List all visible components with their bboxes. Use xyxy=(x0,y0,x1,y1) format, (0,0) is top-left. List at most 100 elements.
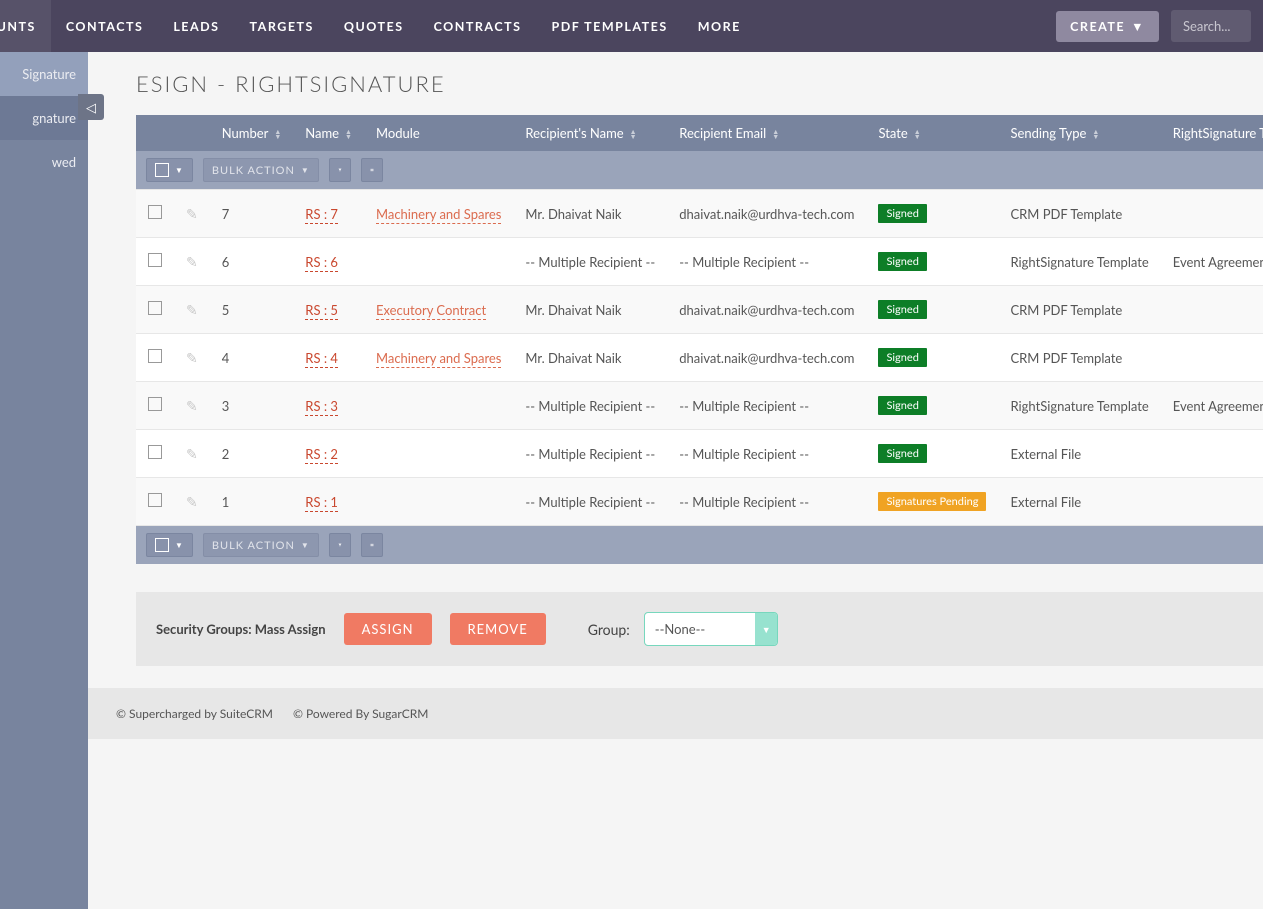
nav-item-contracts[interactable]: CONTRACTS xyxy=(419,0,537,52)
cell-email: -- Multiple Recipient -- xyxy=(667,238,866,286)
nav-item-contacts[interactable]: CONTACTS xyxy=(51,0,158,52)
edit-icon[interactable]: ✎ xyxy=(186,205,198,222)
row-checkbox[interactable] xyxy=(148,253,162,267)
edit-icon[interactable]: ✎ xyxy=(186,253,198,270)
record-link[interactable]: RS : 1 xyxy=(305,494,338,512)
nav-item-pdf-templates[interactable]: PDF TEMPLATES xyxy=(536,0,682,52)
module-link[interactable]: Executory Contract xyxy=(376,302,486,320)
state-badge: Signed xyxy=(878,204,926,223)
cell-email: -- Multiple Recipient -- xyxy=(667,430,866,478)
chevron-left-icon: ◁ xyxy=(86,99,96,116)
cell-recipient: -- Multiple Recipient -- xyxy=(513,382,667,430)
cell-email: dhaivat.naik@urdhva-tech.com xyxy=(667,286,866,334)
sidebar-item-2[interactable]: wed xyxy=(0,140,88,184)
nav-item-quotes[interactable]: QUOTES xyxy=(329,0,419,52)
edit-icon[interactable]: ✎ xyxy=(186,301,198,318)
module-link[interactable]: Machinery and Spares xyxy=(376,206,501,224)
table-toolbar-bottom: ▼ BULK ACTION▼ xyxy=(136,526,1263,564)
caret-down-icon: ▼ xyxy=(301,165,310,175)
col-header-state[interactable]: State▲▼ xyxy=(866,115,998,151)
select-all-toggle[interactable]: ▼ xyxy=(146,158,193,182)
cell-number: 7 xyxy=(210,190,294,238)
col-header-name[interactable]: Name▲▼ xyxy=(293,115,364,151)
cell-sending: RightSignature Template xyxy=(998,382,1160,430)
cell-email: -- Multiple Recipient -- xyxy=(667,382,866,430)
row-checkbox[interactable] xyxy=(148,445,162,459)
columns-icon xyxy=(370,164,374,176)
cell-email: dhaivat.naik@urdhva-tech.com xyxy=(667,190,866,238)
table-row: ✎ 3 RS : 3 -- Multiple Recipient ---- Multi… xyxy=(136,382,1263,430)
cell-email: -- Multiple Recipient -- xyxy=(667,478,866,526)
row-checkbox[interactable] xyxy=(148,397,162,411)
cell-template xyxy=(1161,190,1263,238)
nav-item-leads[interactable]: LEADS xyxy=(158,0,234,52)
col-header-recipient-s-name[interactable]: Recipient's Name▲▼ xyxy=(513,115,667,151)
row-checkbox[interactable] xyxy=(148,349,162,363)
row-checkbox[interactable] xyxy=(148,205,162,219)
select-all-toggle-bottom[interactable]: ▼ xyxy=(146,533,193,557)
col-header-rightsignature-templates[interactable]: RightSignature Templates xyxy=(1161,115,1263,151)
cell-recipient: -- Multiple Recipient -- xyxy=(513,238,667,286)
topbar-right: CREATE ▼ xyxy=(1056,10,1251,42)
cell-number: 5 xyxy=(210,286,294,334)
bulk-action-button[interactable]: BULK ACTION▼ xyxy=(203,158,319,182)
state-badge: Signed xyxy=(878,396,926,415)
col-header-module[interactable]: Module xyxy=(364,115,513,151)
collapse-sidebar-button[interactable]: ◁ xyxy=(78,94,104,120)
row-checkbox[interactable] xyxy=(148,301,162,315)
record-link[interactable]: RS : 3 xyxy=(305,398,338,416)
cell-number: 3 xyxy=(210,382,294,430)
sidebar-item-1[interactable]: gnature xyxy=(0,96,88,140)
module-link[interactable]: Machinery and Spares xyxy=(376,350,501,368)
cell-template xyxy=(1161,286,1263,334)
mass-assign-panel: Security Groups: Mass Assign ASSIGN REMO… xyxy=(136,592,1263,666)
record-link[interactable]: RS : 2 xyxy=(305,446,338,464)
filter-button[interactable] xyxy=(329,158,351,182)
sort-icon: ▲▼ xyxy=(914,130,921,140)
col-header-number[interactable]: Number▲▼ xyxy=(210,115,294,151)
nav-item-more[interactable]: MORE xyxy=(683,0,756,52)
nav-item-targets[interactable]: TARGETS xyxy=(235,0,329,52)
bulk-action-button-bottom[interactable]: BULK ACTION▼ xyxy=(203,533,319,557)
cell-sending: CRM PDF Template xyxy=(998,190,1160,238)
create-button[interactable]: CREATE ▼ xyxy=(1056,11,1159,42)
search-input[interactable] xyxy=(1171,10,1251,42)
nav-item-ounts[interactable]: OUNTS xyxy=(0,0,51,52)
cell-template xyxy=(1161,334,1263,382)
filter-icon xyxy=(338,164,342,176)
col-header-recipient-email[interactable]: Recipient Email▲▼ xyxy=(667,115,866,151)
sidebar-item-0[interactable]: Signature xyxy=(0,52,88,96)
cell-template xyxy=(1161,478,1263,526)
columns-button-bottom[interactable] xyxy=(361,533,383,557)
edit-icon[interactable]: ✎ xyxy=(186,493,198,510)
state-badge: Signed xyxy=(878,252,926,271)
cell-number: 6 xyxy=(210,238,294,286)
cell-sending: CRM PDF Template xyxy=(998,334,1160,382)
col-header-sending-type[interactable]: Sending Type▲▼ xyxy=(998,115,1160,151)
cell-recipient: Mr. Dhaivat Naik xyxy=(513,334,667,382)
record-link[interactable]: RS : 4 xyxy=(305,350,338,368)
state-badge: Signed xyxy=(878,300,926,319)
columns-icon xyxy=(370,539,374,551)
state-badge: Signed xyxy=(878,444,926,463)
group-select[interactable]: --None-- ▼ xyxy=(644,612,779,646)
remove-button[interactable]: REMOVE xyxy=(450,613,546,645)
filter-button-bottom[interactable] xyxy=(329,533,351,557)
assign-button[interactable]: ASSIGN xyxy=(344,613,432,645)
edit-icon[interactable]: ✎ xyxy=(186,397,198,414)
sort-icon: ▲▼ xyxy=(345,130,352,140)
edit-icon[interactable]: ✎ xyxy=(186,349,198,366)
bulk-action-label: BULK ACTION xyxy=(212,539,295,552)
create-label: CREATE xyxy=(1070,19,1125,34)
columns-button[interactable] xyxy=(361,158,383,182)
row-checkbox[interactable] xyxy=(148,493,162,507)
footer-right: © Powered By SugarCRM xyxy=(293,706,428,721)
record-link[interactable]: RS : 5 xyxy=(305,302,338,320)
topbar: OUNTSCONTACTSLEADSTARGETSQUOTESCONTRACTS… xyxy=(0,0,1263,52)
cell-template: Event Agreement xyxy=(1161,238,1263,286)
table-row: ✎2RS : 2-- Multiple Recipient ---- Multi… xyxy=(136,430,1263,478)
checkbox-icon xyxy=(155,538,169,552)
edit-icon[interactable]: ✎ xyxy=(186,445,198,462)
record-link[interactable]: RS : 7 xyxy=(305,206,338,224)
record-link[interactable]: RS : 6 xyxy=(305,254,338,272)
